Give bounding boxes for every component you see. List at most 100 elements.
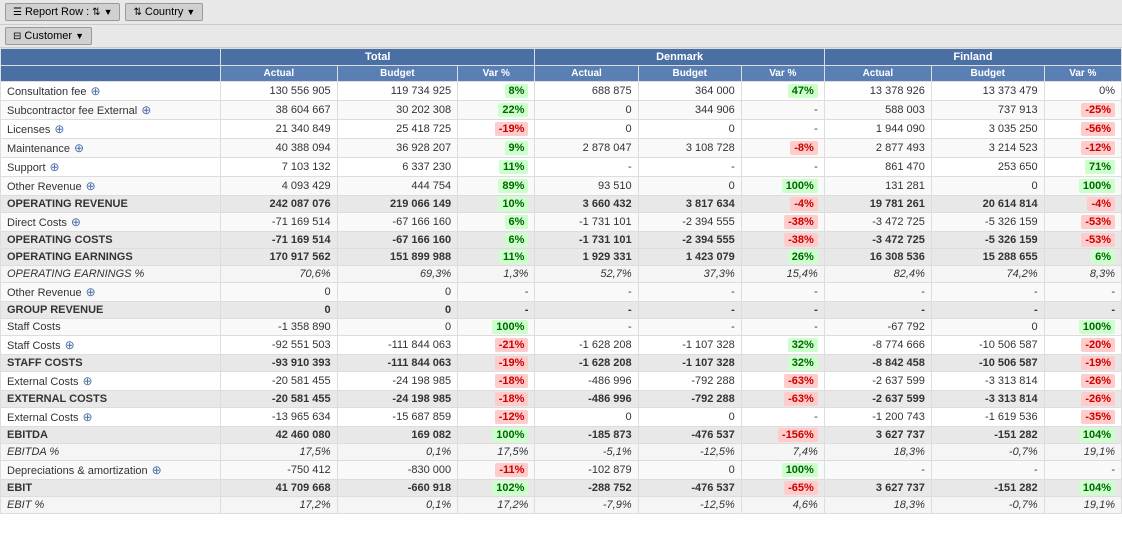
dk-var: - (741, 158, 824, 177)
fi-budget: -151 282 (931, 427, 1044, 444)
table-row: OPERATING EARNINGS % 70,6% 69,3% 1,3% 52… (1, 266, 1122, 283)
dk-actual: - (535, 302, 638, 319)
dk-var: -63% (741, 391, 824, 408)
total-actual: 42 460 080 (221, 427, 338, 444)
total-var: 10% (458, 196, 535, 213)
dk-budget: - (638, 319, 741, 336)
row-label: EBIT % (1, 497, 221, 514)
dk-actual: 1 929 331 (535, 249, 638, 266)
expand-icon[interactable]: ⊕ (86, 179, 96, 193)
dk-var: 100% (741, 177, 824, 196)
fi-actual: 82,4% (824, 266, 931, 283)
table-row: OPERATING COSTS -71 169 514 -67 166 160 … (1, 232, 1122, 249)
fi-budget: 253 650 (931, 158, 1044, 177)
dropdown-icon: ▼ (104, 7, 113, 17)
expand-icon[interactable]: ⊕ (91, 84, 101, 98)
total-budget: -15 687 859 (337, 408, 458, 427)
fi-var: 19,1% (1044, 497, 1121, 514)
expand-icon[interactable]: ⊕ (71, 215, 81, 229)
fi-var: 104% (1044, 480, 1121, 497)
total-actual: -71 169 514 (221, 232, 338, 249)
fi-actual: 861 470 (824, 158, 931, 177)
fi-actual: - (824, 461, 931, 480)
total-budget: 69,3% (337, 266, 458, 283)
fi-var: -12% (1044, 139, 1121, 158)
fi-budget: - (931, 302, 1044, 319)
dropdown-icon2: ▼ (186, 7, 195, 17)
row-label: Support⊕ (1, 158, 221, 177)
fi-budget: -10 506 587 (931, 355, 1044, 372)
total-budget: -67 166 160 (337, 213, 458, 232)
dk-actual: 3 660 432 (535, 196, 638, 213)
report-row-btn[interactable]: ☰ Report Row : ⇅ ▼ (5, 3, 120, 21)
total-actual: 41 709 668 (221, 480, 338, 497)
total-var: 22% (458, 101, 535, 120)
fi-budget: -5 326 159 (931, 232, 1044, 249)
label-col-header (1, 66, 221, 82)
fi-actual: 18,3% (824, 444, 931, 461)
total-budget: 6 337 230 (337, 158, 458, 177)
dk-budget: - (638, 158, 741, 177)
dk-var: 32% (741, 355, 824, 372)
fi-budget: 737 913 (931, 101, 1044, 120)
sort-icon2: ⇅ (133, 7, 141, 18)
dk-actual: -1 628 208 (535, 336, 638, 355)
fi-var: 19,1% (1044, 444, 1121, 461)
expand-icon[interactable]: ⊕ (83, 374, 93, 388)
expand-icon[interactable]: ⊕ (83, 410, 93, 424)
dk-budget: -792 288 (638, 391, 741, 408)
table-row: Staff Costs⊕ -92 551 503 -111 844 063 -2… (1, 336, 1122, 355)
fi-budget: 15 288 655 (931, 249, 1044, 266)
dk-actual: -1 628 208 (535, 355, 638, 372)
fi-var: 100% (1044, 319, 1121, 336)
row-label: EXTERNAL COSTS (1, 391, 221, 408)
dk-actual: 93 510 (535, 177, 638, 196)
expand-icon[interactable]: ⊕ (50, 160, 60, 174)
total-var: 11% (458, 249, 535, 266)
total-budget: -24 198 985 (337, 372, 458, 391)
total-var: 1,3% (458, 266, 535, 283)
total-budget-header: Budget (337, 66, 458, 82)
expand-icon[interactable]: ⊕ (74, 141, 84, 155)
fi-var: - (1044, 283, 1121, 302)
total-var: - (458, 302, 535, 319)
total-actual: 21 340 849 (221, 120, 338, 139)
dk-var: 47% (741, 82, 824, 101)
dk-var: - (741, 283, 824, 302)
fi-actual: 2 877 493 (824, 139, 931, 158)
fi-var: -56% (1044, 120, 1121, 139)
row-label: EBIT (1, 480, 221, 497)
country-btn[interactable]: ⇅ Country ▼ (125, 3, 203, 21)
expand-icon[interactable]: ⊕ (141, 103, 151, 117)
fi-actual: 1 944 090 (824, 120, 931, 139)
table-row: OPERATING REVENUE 242 087 076 219 066 14… (1, 196, 1122, 213)
total-actual: -20 581 455 (221, 372, 338, 391)
expand-icon[interactable]: ⊕ (86, 285, 96, 299)
fi-actual: -2 637 599 (824, 372, 931, 391)
fi-var: -35% (1044, 408, 1121, 427)
total-var: -21% (458, 336, 535, 355)
dk-budget: 3 817 634 (638, 196, 741, 213)
dk-actual: 0 (535, 101, 638, 120)
dk-var: - (741, 120, 824, 139)
total-var: 102% (458, 480, 535, 497)
total-budget: 36 928 207 (337, 139, 458, 158)
fi-var: 6% (1044, 249, 1121, 266)
total-budget: 219 066 149 (337, 196, 458, 213)
table-row: Support⊕ 7 103 132 6 337 230 11% - - - 8… (1, 158, 1122, 177)
table-row: External Costs⊕ -13 965 634 -15 687 859 … (1, 408, 1122, 427)
country-label: Country (145, 6, 184, 18)
fi-actual-header: Actual (824, 66, 931, 82)
fi-budget: 20 614 814 (931, 196, 1044, 213)
table-row: Depreciations & amortization⊕ -750 412 -… (1, 461, 1122, 480)
dk-actual: - (535, 319, 638, 336)
total-actual: -93 910 393 (221, 355, 338, 372)
expand-icon[interactable]: ⊕ (152, 463, 162, 477)
fi-budget: -1 619 536 (931, 408, 1044, 427)
customer-btn[interactable]: ⊟ Customer ▼ (5, 27, 92, 45)
dk-budget: 0 (638, 177, 741, 196)
total-var: 100% (458, 319, 535, 336)
expand-icon[interactable]: ⊕ (65, 338, 75, 352)
dk-budget: -12,5% (638, 497, 741, 514)
expand-icon[interactable]: ⊕ (54, 122, 64, 136)
